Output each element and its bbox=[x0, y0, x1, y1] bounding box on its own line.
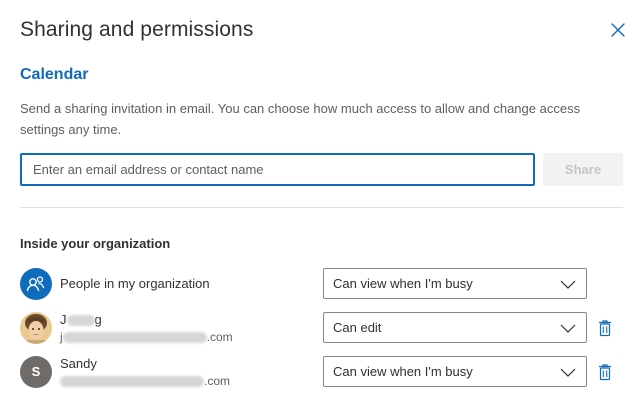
member-name: Sandy bbox=[60, 356, 97, 371]
member-email: j .com bbox=[60, 330, 233, 344]
permission-value: Can view when I'm busy bbox=[333, 364, 473, 379]
avatar: S bbox=[20, 356, 52, 388]
permission-value: Can view when I'm busy bbox=[333, 276, 473, 291]
member-row: Jg j .com Can edit bbox=[20, 311, 620, 355]
member-row-organization: People in my organization Can view when … bbox=[20, 267, 620, 311]
share-button[interactable]: Share bbox=[543, 153, 623, 186]
email-input[interactable] bbox=[20, 153, 535, 186]
permission-dropdown[interactable]: Can view when I'm busy bbox=[323, 356, 587, 387]
close-button[interactable] bbox=[609, 21, 627, 39]
dialog-title: Sharing and permissions bbox=[20, 18, 254, 41]
member-row: S Sandy .com Can view when I'm busy bbox=[20, 355, 620, 399]
member-name: Jg bbox=[60, 312, 102, 327]
permission-dropdown[interactable]: Can view when I'm busy bbox=[323, 268, 587, 299]
delete-button[interactable] bbox=[597, 363, 613, 381]
inside-org-title: Inside your organization bbox=[20, 236, 171, 251]
divider bbox=[20, 207, 623, 208]
trash-icon bbox=[599, 320, 611, 337]
redacted-text bbox=[62, 332, 207, 344]
delete-button[interactable] bbox=[597, 319, 613, 337]
people-icon bbox=[20, 268, 52, 300]
close-icon bbox=[611, 23, 625, 37]
permission-value: Can edit bbox=[333, 320, 382, 335]
redacted-text bbox=[66, 315, 95, 327]
calendar-name: Calendar bbox=[20, 66, 89, 83]
sharing-description: Send a sharing invitation in email. You … bbox=[20, 101, 581, 137]
redacted-text bbox=[60, 376, 204, 388]
member-name: People in my organization bbox=[60, 276, 210, 291]
permission-dropdown[interactable]: Can edit bbox=[323, 312, 587, 343]
trash-icon bbox=[599, 364, 611, 381]
chevron-down-icon bbox=[560, 368, 576, 377]
chevron-down-icon bbox=[560, 324, 576, 333]
avatar bbox=[20, 312, 52, 344]
chevron-down-icon bbox=[560, 280, 576, 289]
member-email: .com bbox=[60, 374, 230, 388]
sharing-dialog: Sharing and permissions Calendar Send a … bbox=[0, 0, 632, 409]
